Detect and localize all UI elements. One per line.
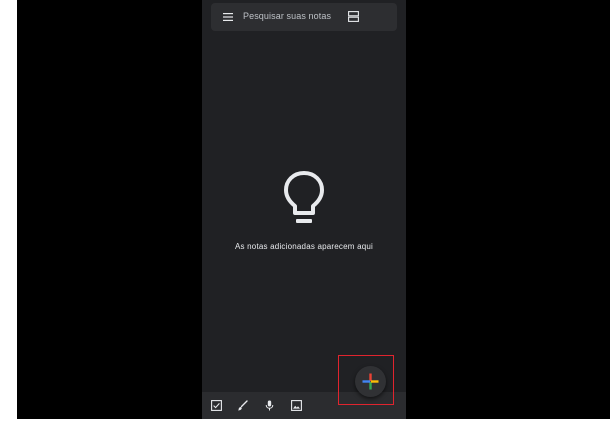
screenshot-frame: Pesquisar suas notas As notas adicionada…	[0, 0, 610, 431]
list-view-icon[interactable]	[348, 11, 359, 22]
microphone-icon[interactable]	[264, 400, 275, 411]
empty-state-message: As notas adicionadas aparecem aqui	[235, 242, 373, 251]
brush-icon[interactable]	[237, 400, 248, 411]
search-input[interactable]: Pesquisar suas notas	[243, 11, 331, 21]
highlight-box	[338, 355, 394, 405]
menu-icon[interactable]	[223, 13, 233, 21]
image-icon[interactable]	[291, 400, 302, 411]
checkbox-icon[interactable]	[211, 400, 222, 411]
search-bar[interactable]: Pesquisar suas notas	[211, 3, 397, 31]
empty-state: As notas adicionadas aparecem aqui	[202, 170, 406, 251]
lightbulb-icon	[284, 171, 324, 223]
